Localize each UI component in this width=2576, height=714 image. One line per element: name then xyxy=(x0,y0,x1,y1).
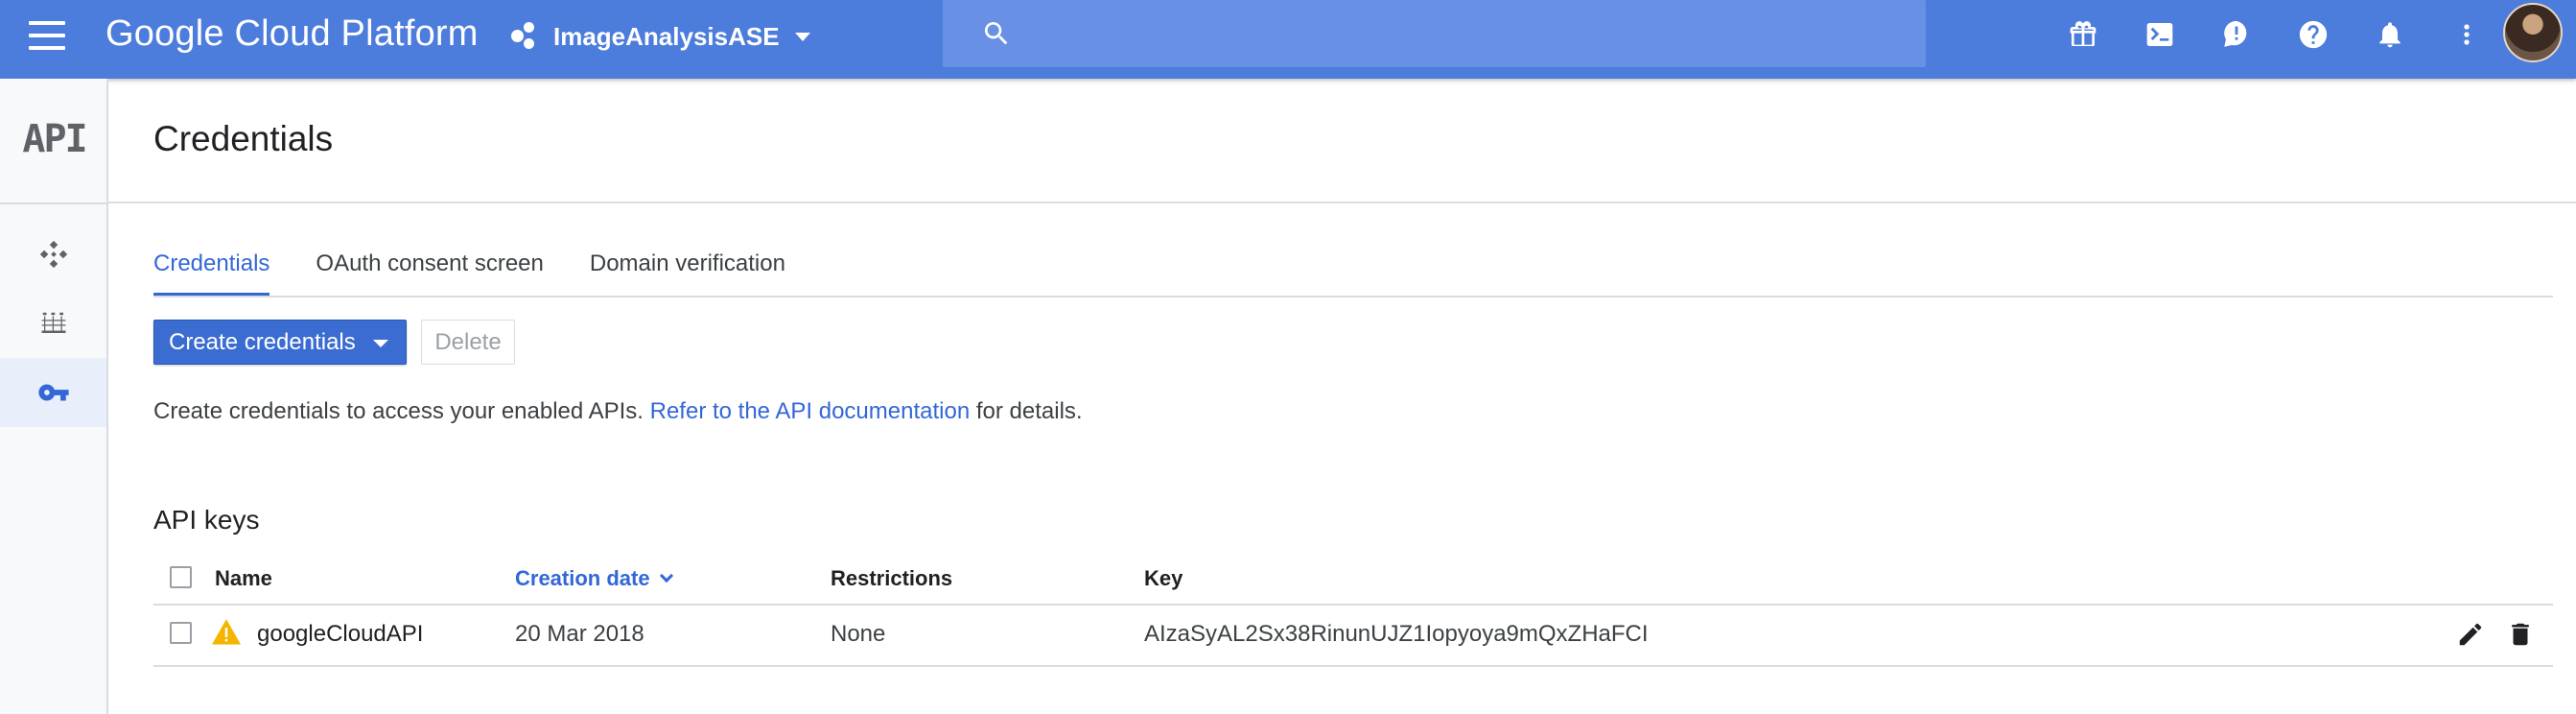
select-all-checkbox[interactable] xyxy=(170,566,192,588)
help-icon[interactable] xyxy=(2292,13,2334,56)
column-header-creation-date-label: Creation date xyxy=(515,566,650,590)
topbar-actions xyxy=(2062,13,2522,56)
cloud-shell-icon[interactable] xyxy=(2139,13,2181,56)
credentials-info-text: Create credentials to access your enable… xyxy=(153,396,1083,427)
api-key-value: AIzaSyAL2Sx38RinunUJZ1Iopyoya9mQxZHaFCI xyxy=(1144,621,1649,647)
top-app-bar: Google Cloud Platform ImageAnalysisASE xyxy=(0,0,2576,79)
trash-icon xyxy=(2512,623,2529,646)
more-vert-icon[interactable] xyxy=(2446,13,2488,56)
tab-oauth-consent-screen[interactable]: OAuth consent screen xyxy=(316,245,543,297)
sidebar-item-credentials[interactable] xyxy=(0,358,106,427)
key-icon xyxy=(37,384,69,401)
project-dots-icon xyxy=(511,22,540,51)
header-divider xyxy=(108,202,2576,203)
project-selector[interactable]: ImageAnalysisASE xyxy=(511,17,810,56)
api-keys-heading: API keys xyxy=(153,505,260,535)
api-key-creation-date: 20 Mar 2018 xyxy=(515,621,644,647)
warning-icon xyxy=(212,619,241,645)
column-header-name[interactable]: Name xyxy=(215,564,272,593)
search-icon xyxy=(984,22,1008,45)
sidebar-item-library[interactable] xyxy=(0,289,106,358)
library-icon xyxy=(41,312,65,333)
gift-icon[interactable] xyxy=(2062,13,2104,56)
sort-desc-icon xyxy=(659,568,673,583)
create-credentials-button[interactable]: Create credentials xyxy=(153,320,407,365)
api-logo[interactable]: API xyxy=(0,117,108,161)
main-menu-icon[interactable] xyxy=(29,21,65,54)
column-header-restrictions[interactable]: Restrictions xyxy=(831,564,952,593)
side-nav: API xyxy=(0,79,108,714)
tab-bar: Credentials OAuth consent screen Domain … xyxy=(153,245,831,297)
page-title: Credentials xyxy=(153,119,334,158)
create-credentials-label: Create credentials xyxy=(169,328,356,355)
tab-credentials[interactable]: Credentials xyxy=(153,245,270,297)
dashboard-icon xyxy=(39,240,67,269)
info-text-after: for details. xyxy=(975,398,1083,424)
edit-key-button[interactable] xyxy=(2455,619,2486,650)
chevron-down-icon xyxy=(794,32,810,41)
project-name: ImageAnalysisASE xyxy=(553,21,780,51)
tabs-divider xyxy=(153,296,2553,298)
column-header-creation-date[interactable]: Creation date xyxy=(515,564,673,593)
chevron-down-icon xyxy=(373,340,388,347)
delete-button[interactable]: Delete xyxy=(421,320,515,365)
api-documentation-link[interactable]: Refer to the API documentation xyxy=(650,398,971,424)
notifications-icon[interactable] xyxy=(2369,13,2411,56)
api-key-name[interactable]: googleCloudAPI xyxy=(257,620,423,649)
api-key-restrictions: None xyxy=(831,621,886,647)
info-text-before: Create credentials to access your enable… xyxy=(153,398,644,424)
feedback-icon[interactable] xyxy=(2215,13,2258,56)
brand-title[interactable]: Google Cloud Platform xyxy=(105,12,479,56)
column-header-key[interactable]: Key xyxy=(1144,564,1183,593)
nav-divider xyxy=(0,202,108,204)
row-checkbox[interactable] xyxy=(170,622,192,644)
table-row-divider xyxy=(153,665,2553,667)
avatar[interactable] xyxy=(2503,3,2563,62)
delete-key-button[interactable] xyxy=(2505,619,2536,650)
sidebar-item-dashboard[interactable] xyxy=(0,220,106,289)
search-input[interactable] xyxy=(943,0,1926,67)
edit-icon xyxy=(2459,623,2482,646)
table-header-divider xyxy=(153,604,2553,606)
tab-domain-verification[interactable]: Domain verification xyxy=(590,245,785,297)
